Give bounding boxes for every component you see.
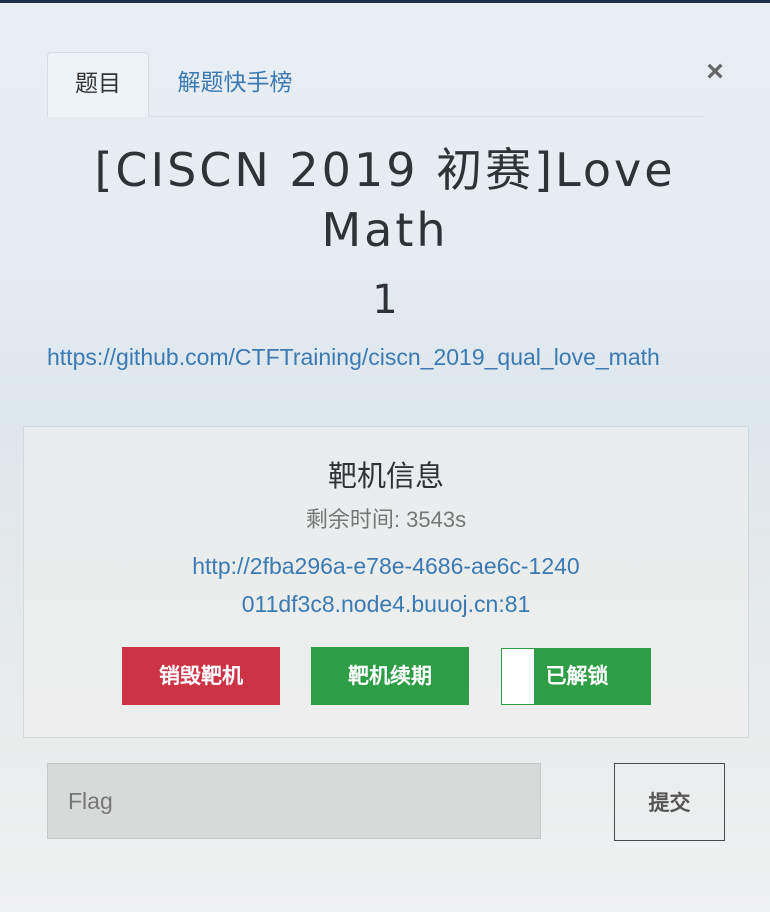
target-url-link[interactable]: http://2fba296a-e78e-4686-ae6c-1240011df… bbox=[186, 547, 586, 623]
unlock-toggle[interactable]: 已解锁 bbox=[501, 648, 651, 705]
challenge-modal: 题目 解题快手榜 × [CISCN 2019 初赛]Love Math 1 ht… bbox=[0, 0, 770, 912]
challenge-source-link[interactable]: https://github.com/CTFTraining/ciscn_201… bbox=[47, 340, 660, 374]
submit-button[interactable]: 提交 bbox=[614, 763, 725, 841]
tab-solves-leaderboard[interactable]: 解题快手榜 bbox=[165, 52, 305, 115]
target-info-heading: 靶机信息 bbox=[327, 461, 444, 493]
renew-target-button[interactable]: 靶机续期 bbox=[311, 647, 469, 705]
challenge-points: 1 bbox=[372, 277, 398, 323]
tab-challenge[interactable]: 题目 bbox=[47, 52, 149, 117]
challenge-title: [CISCN 2019 初赛]Love Math bbox=[94, 143, 676, 257]
toggle-knob bbox=[502, 649, 534, 704]
flag-input[interactable] bbox=[47, 763, 541, 839]
target-info-panel: 靶机信息 剩余时间: 3543s http://2fba296a-e78e-46… bbox=[23, 426, 749, 738]
modal-tabs: 题目 解题快手榜 bbox=[47, 52, 704, 117]
close-icon[interactable]: × bbox=[700, 54, 730, 90]
destroy-target-button[interactable]: 销毁靶机 bbox=[122, 647, 280, 705]
unlock-toggle-label: 已解锁 bbox=[545, 665, 609, 688]
remaining-time: 剩余时间: 3543s bbox=[305, 507, 467, 532]
